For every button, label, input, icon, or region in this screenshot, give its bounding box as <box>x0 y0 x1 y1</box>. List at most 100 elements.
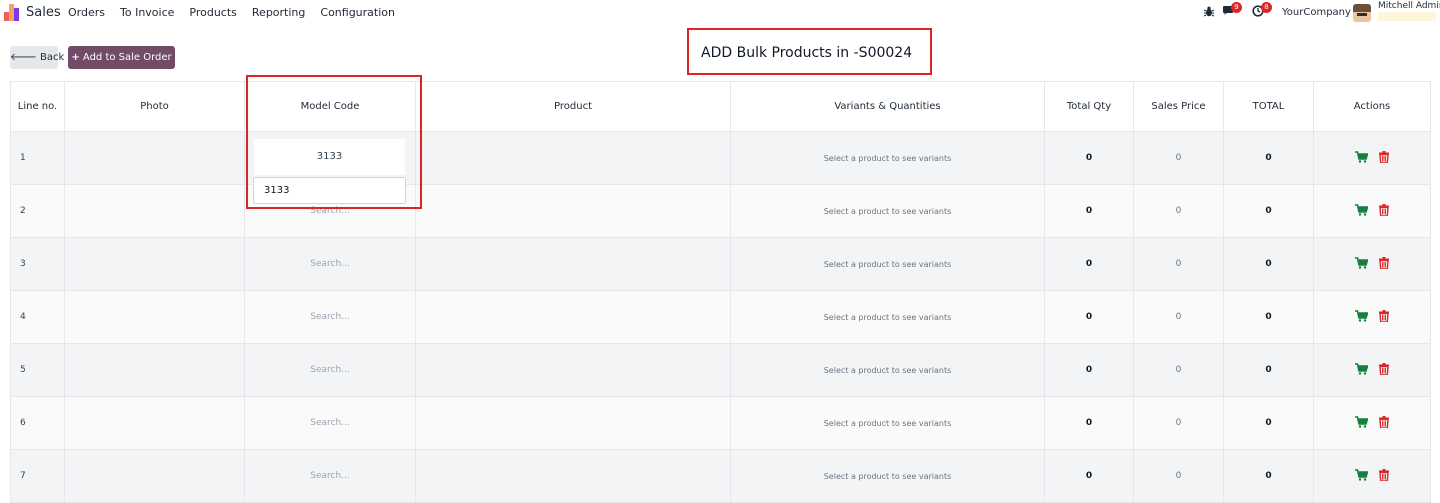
total-cell: 0 <box>1223 184 1314 238</box>
model-code-search[interactable]: Search... <box>310 312 350 322</box>
chat-icon[interactable]: 9 <box>1222 2 1242 20</box>
variants-cell: Select a product to see variants <box>730 290 1045 344</box>
total-qty-cell: 0 <box>1044 343 1134 397</box>
model-code-cell[interactable]: Search... <box>244 237 416 291</box>
total-qty-cell: 0 <box>1044 290 1134 344</box>
total-qty-cell: 0 <box>1044 237 1134 291</box>
trash-icon[interactable] <box>1379 362 1389 378</box>
sales-price-cell: 0 <box>1133 237 1224 291</box>
product-cell[interactable] <box>415 343 731 397</box>
table-header-row: Line no. Photo Model Code Product Varian… <box>10 81 1431 132</box>
variants-cell: Select a product to see variants <box>730 449 1045 503</box>
bug-icon[interactable] <box>1203 6 1215 20</box>
photo-cell <box>64 396 245 450</box>
plus-icon: + <box>71 52 80 63</box>
add-to-sale-order-button[interactable]: + Add to Sale Order <box>68 46 175 69</box>
table-row: 3 Search... Select a product to see varian… <box>10 237 1431 291</box>
total-cell: 0 <box>1223 449 1314 503</box>
activity-badge: 8 <box>1261 2 1272 13</box>
model-code-cell[interactable]: Search... <box>244 449 416 503</box>
page-title: ADD Bulk Products in -S00024 <box>701 45 913 61</box>
model-code-search[interactable]: Search... <box>310 471 350 481</box>
company-switcher[interactable]: YourCompany <box>1282 7 1351 18</box>
bulk-products-table: Line no. Photo Model Code Product Varian… <box>10 81 1431 503</box>
cart-icon[interactable] <box>1355 362 1369 378</box>
table-row: 5 Search... Select a product to see varian… <box>10 343 1431 397</box>
trash-icon[interactable] <box>1379 468 1389 484</box>
actions-cell <box>1313 131 1431 185</box>
product-cell[interactable] <box>415 237 731 291</box>
trash-icon[interactable] <box>1379 415 1389 431</box>
trash-icon[interactable] <box>1379 150 1389 166</box>
model-code-cell[interactable]: Search... <box>244 396 416 450</box>
menu-to-invoice[interactable]: To Invoice <box>120 6 174 19</box>
title-highlight-box: ADD Bulk Products in -S00024 <box>687 28 932 75</box>
actions-cell <box>1313 343 1431 397</box>
arrow-left-icon: 🡐 <box>10 52 37 63</box>
product-cell[interactable] <box>415 290 731 344</box>
variants-cell: Select a product to see variants <box>730 396 1045 450</box>
actions-cell <box>1313 396 1431 450</box>
header-variants: Variants & Quantities <box>730 81 1045 132</box>
cart-icon[interactable] <box>1355 309 1369 325</box>
table-row: 1 Select a product to see variants 0 0 0 <box>10 131 1431 185</box>
back-button[interactable]: 🡐 Back <box>10 46 64 69</box>
line-number: 1 <box>10 131 65 185</box>
actions-cell <box>1313 184 1431 238</box>
add-label: Add to Sale Order <box>82 52 172 63</box>
user-database-label <box>1378 12 1436 21</box>
photo-cell <box>64 237 245 291</box>
menu-configuration[interactable]: Configuration <box>320 6 395 19</box>
model-code-cell[interactable]: Search... <box>244 343 416 397</box>
back-label: Back <box>40 52 65 63</box>
total-qty-cell: 0 <box>1044 184 1134 238</box>
trash-icon[interactable] <box>1379 203 1389 219</box>
total-qty-cell: 0 <box>1044 449 1134 503</box>
product-cell[interactable] <box>415 131 731 185</box>
app-name[interactable]: Sales <box>26 5 61 20</box>
cart-icon[interactable] <box>1355 203 1369 219</box>
total-cell: 0 <box>1223 131 1314 185</box>
table-row: 7 Search... Select a product to see varian… <box>10 449 1431 503</box>
line-number: 3 <box>10 237 65 291</box>
model-code-cell[interactable]: Search... <box>244 290 416 344</box>
menu-products[interactable]: Products <box>189 6 237 19</box>
trash-icon[interactable] <box>1379 256 1389 272</box>
photo-cell <box>64 343 245 397</box>
menu-orders[interactable]: Orders <box>68 6 105 19</box>
cart-icon[interactable] <box>1355 468 1369 484</box>
variants-cell: Select a product to see variants <box>730 343 1045 397</box>
line-number: 5 <box>10 343 65 397</box>
total-cell: 0 <box>1223 290 1314 344</box>
model-code-search[interactable]: Search... <box>310 259 350 269</box>
app-switcher[interactable]: Sales <box>4 4 61 21</box>
menu-reporting[interactable]: Reporting <box>252 6 305 19</box>
photo-cell <box>64 290 245 344</box>
header-photo: Photo <box>64 81 245 132</box>
variants-cell: Select a product to see variants <box>730 237 1045 291</box>
model-code-search[interactable]: Search... <box>310 365 350 375</box>
sales-app-icon <box>4 4 20 21</box>
clock-icon[interactable]: 8 <box>1252 2 1272 20</box>
main-menu: Orders To Invoice Products Reporting Con… <box>68 6 410 19</box>
product-cell[interactable] <box>415 184 731 238</box>
sales-price-cell: 0 <box>1133 343 1224 397</box>
sales-price-cell: 0 <box>1133 131 1224 185</box>
avatar[interactable] <box>1353 4 1371 22</box>
header-sales-price: Sales Price <box>1133 81 1224 132</box>
cart-icon[interactable] <box>1355 150 1369 166</box>
product-cell[interactable] <box>415 449 731 503</box>
total-cell: 0 <box>1223 396 1314 450</box>
user-name[interactable]: Mitchell Admin <box>1378 1 1440 11</box>
header-product: Product <box>415 81 731 132</box>
cart-icon[interactable] <box>1355 256 1369 272</box>
cart-icon[interactable] <box>1355 415 1369 431</box>
trash-icon[interactable] <box>1379 309 1389 325</box>
product-cell[interactable] <box>415 396 731 450</box>
sales-price-cell: 0 <box>1133 449 1224 503</box>
total-qty-cell: 0 <box>1044 396 1134 450</box>
variants-cell: Select a product to see variants <box>730 184 1045 238</box>
actions-cell <box>1313 290 1431 344</box>
actions-cell <box>1313 237 1431 291</box>
model-code-search[interactable]: Search... <box>310 418 350 428</box>
